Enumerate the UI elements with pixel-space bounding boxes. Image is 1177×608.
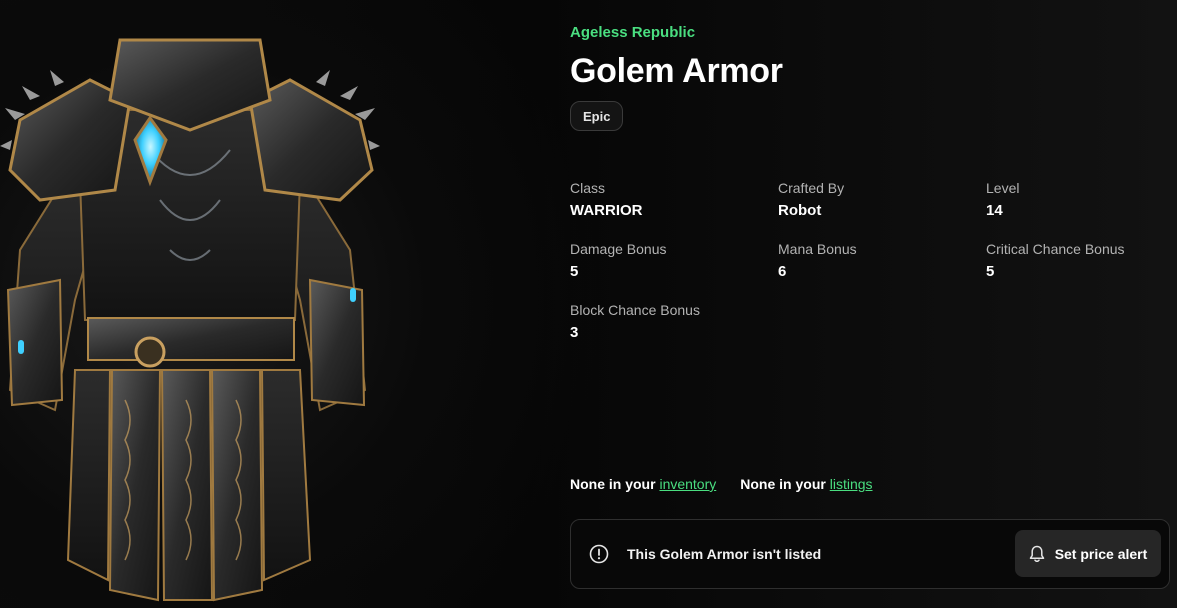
stat-label: Mana Bonus [778, 241, 857, 257]
stat-value: 5 [986, 263, 995, 280]
stat-crafted-by: Crafted By Robot [778, 180, 986, 219]
listing-status-panel: This Golem Armor isn't listed Set price … [570, 519, 1170, 589]
armor-image [0, 38, 380, 602]
stat-value: WARRIOR [570, 202, 643, 219]
stat-damage-bonus: Damage Bonus 5 [570, 241, 778, 280]
stat-value: 5 [570, 263, 579, 280]
listings-link[interactable]: listings [830, 476, 873, 492]
stat-label: Block Chance Bonus [570, 302, 700, 318]
item-details: Ageless Republic Golem Armor Epic Class … [570, 0, 1170, 608]
stat-block-chance-bonus: Block Chance Bonus 3 [570, 302, 778, 341]
bell-icon [1029, 545, 1044, 562]
listing-status-text: This Golem Armor isn't listed [627, 546, 822, 562]
stat-label: Damage Bonus [570, 241, 667, 257]
item-title: Golem Armor [570, 52, 783, 90]
stat-mana-bonus: Mana Bonus 6 [778, 241, 986, 280]
stat-label: Level [986, 180, 1020, 196]
stat-label: Crafted By [778, 180, 845, 196]
collection-link[interactable]: Ageless Republic [570, 24, 695, 41]
inventory-prefix: None in your [570, 476, 656, 492]
stat-value: 14 [986, 202, 1003, 219]
info-circle-icon [589, 544, 609, 564]
stat-value: Robot [778, 202, 822, 219]
stat-label: Class [570, 180, 606, 196]
ownership-summary: None in your inventory None in your list… [570, 476, 873, 492]
stat-class: Class WARRIOR [570, 180, 778, 219]
listings-summary: None in your listings [740, 476, 872, 492]
stat-label: Critical Chance Bonus [986, 241, 1125, 257]
stats-grid: Class WARRIOR Crafted By Robot Level 14 … [570, 180, 1170, 341]
stat-value: 3 [570, 324, 579, 341]
set-price-alert-label: Set price alert [1054, 545, 1148, 562]
stat-level: Level 14 [986, 180, 1170, 219]
set-price-alert-button[interactable]: Set price alert [1015, 530, 1161, 577]
inventory-link[interactable]: inventory [659, 476, 716, 492]
inventory-summary: None in your inventory [570, 476, 716, 492]
rarity-badge: Epic [570, 101, 624, 131]
listings-prefix: None in your [740, 476, 826, 492]
stat-critical-chance-bonus: Critical Chance Bonus 5 [986, 241, 1170, 280]
stat-value: 6 [778, 263, 787, 280]
